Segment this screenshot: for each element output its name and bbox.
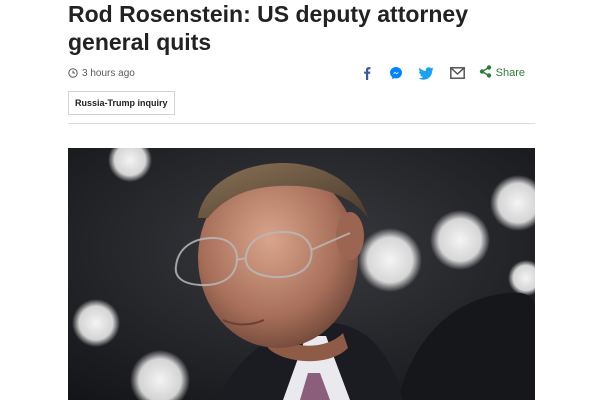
twitter-icon[interactable]: [418, 66, 434, 80]
article-headline: Rod Rosenstein: US deputy attorney gener…: [68, 1, 468, 55]
topic-tag-label: Russia-Trump inquiry: [75, 98, 168, 108]
divider: [68, 123, 535, 124]
bokeh-light: [72, 299, 120, 347]
email-icon[interactable]: [449, 67, 465, 79]
share-label: Share: [495, 67, 525, 79]
share-tools: Share: [345, 64, 525, 82]
bokeh-light: [430, 210, 490, 270]
clock-icon: [68, 68, 78, 78]
hero-image: [68, 148, 535, 400]
share-button[interactable]: Share: [479, 65, 525, 81]
share-icon: [479, 65, 492, 81]
hero-photo: [68, 148, 535, 400]
topic-tag[interactable]: Russia-Trump inquiry: [68, 91, 175, 115]
messenger-icon[interactable]: [389, 66, 403, 80]
timestamp: 3 hours ago: [68, 64, 135, 82]
article-meta: 3 hours ago Share: [68, 64, 535, 82]
bokeh-light: [358, 228, 422, 292]
facebook-icon[interactable]: [361, 66, 373, 80]
timestamp-text: 3 hours ago: [82, 67, 135, 79]
